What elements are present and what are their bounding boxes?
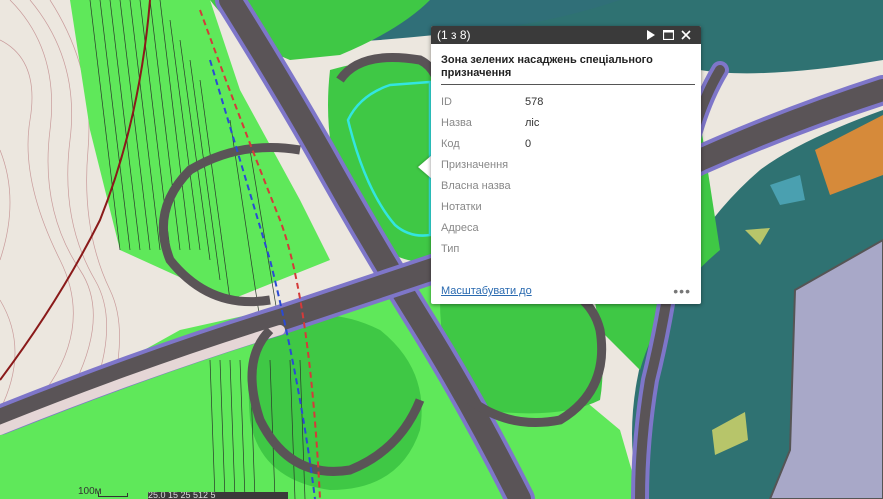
attribute-value (525, 238, 543, 259)
attribute-value (525, 196, 543, 217)
popup-pointer (418, 155, 432, 179)
attribute-row: Адреса (441, 217, 543, 238)
popup-header: (1 з 8) (431, 26, 701, 44)
attribute-label: Власна назва (441, 179, 511, 192)
attribute-label: Назва (441, 116, 472, 129)
close-icon[interactable] (677, 26, 695, 44)
attribute-row: Призначення (441, 154, 543, 175)
scale-bar: 100м (78, 486, 128, 497)
attribute-row: ID 578 (441, 91, 543, 112)
attribute-row: Нотатки (441, 196, 543, 217)
attribute-row: Тип (441, 238, 543, 259)
attribute-row: Код 0 (441, 133, 543, 154)
more-options-button[interactable]: ••• (673, 283, 691, 299)
attribute-value (525, 217, 543, 238)
attribute-value: 0 (525, 137, 532, 150)
attribute-value: ліс (525, 116, 540, 129)
attribute-label: Призначення (441, 158, 509, 171)
attribute-row: Власна назва (441, 175, 543, 196)
coordinates-readout: 25.0 15 25 512 5 (148, 492, 288, 499)
attribute-label: Код (441, 137, 460, 150)
attribute-label: Нотатки (441, 200, 482, 213)
feature-counter: (1 з 8) (437, 28, 471, 42)
popup-body: Зона зелених насаджень спеціального приз… (431, 44, 701, 259)
feature-popup: (1 з 8) Зона зелених насаджень спеціальн… (431, 26, 701, 304)
attribute-label: Адреса (441, 221, 479, 234)
maximize-icon[interactable] (659, 26, 677, 44)
attribute-row: Назва ліс (441, 112, 543, 133)
play-icon[interactable] (641, 26, 659, 44)
attribute-value (525, 175, 543, 196)
attribute-value: 578 (525, 95, 544, 108)
zoom-to-link[interactable]: Масштабувати до (441, 285, 673, 297)
scale-bar-line (98, 493, 128, 497)
attribute-label: Тип (441, 242, 460, 255)
popup-title: Зона зелених насаджень спеціального приз… (441, 54, 695, 85)
attribute-label: ID (441, 95, 452, 108)
attribute-table: ID 578 Назва ліс Код 0 Призначення Власна н… (441, 91, 543, 259)
attribute-value (525, 154, 543, 175)
popup-footer: Масштабувати до ••• (441, 282, 691, 300)
